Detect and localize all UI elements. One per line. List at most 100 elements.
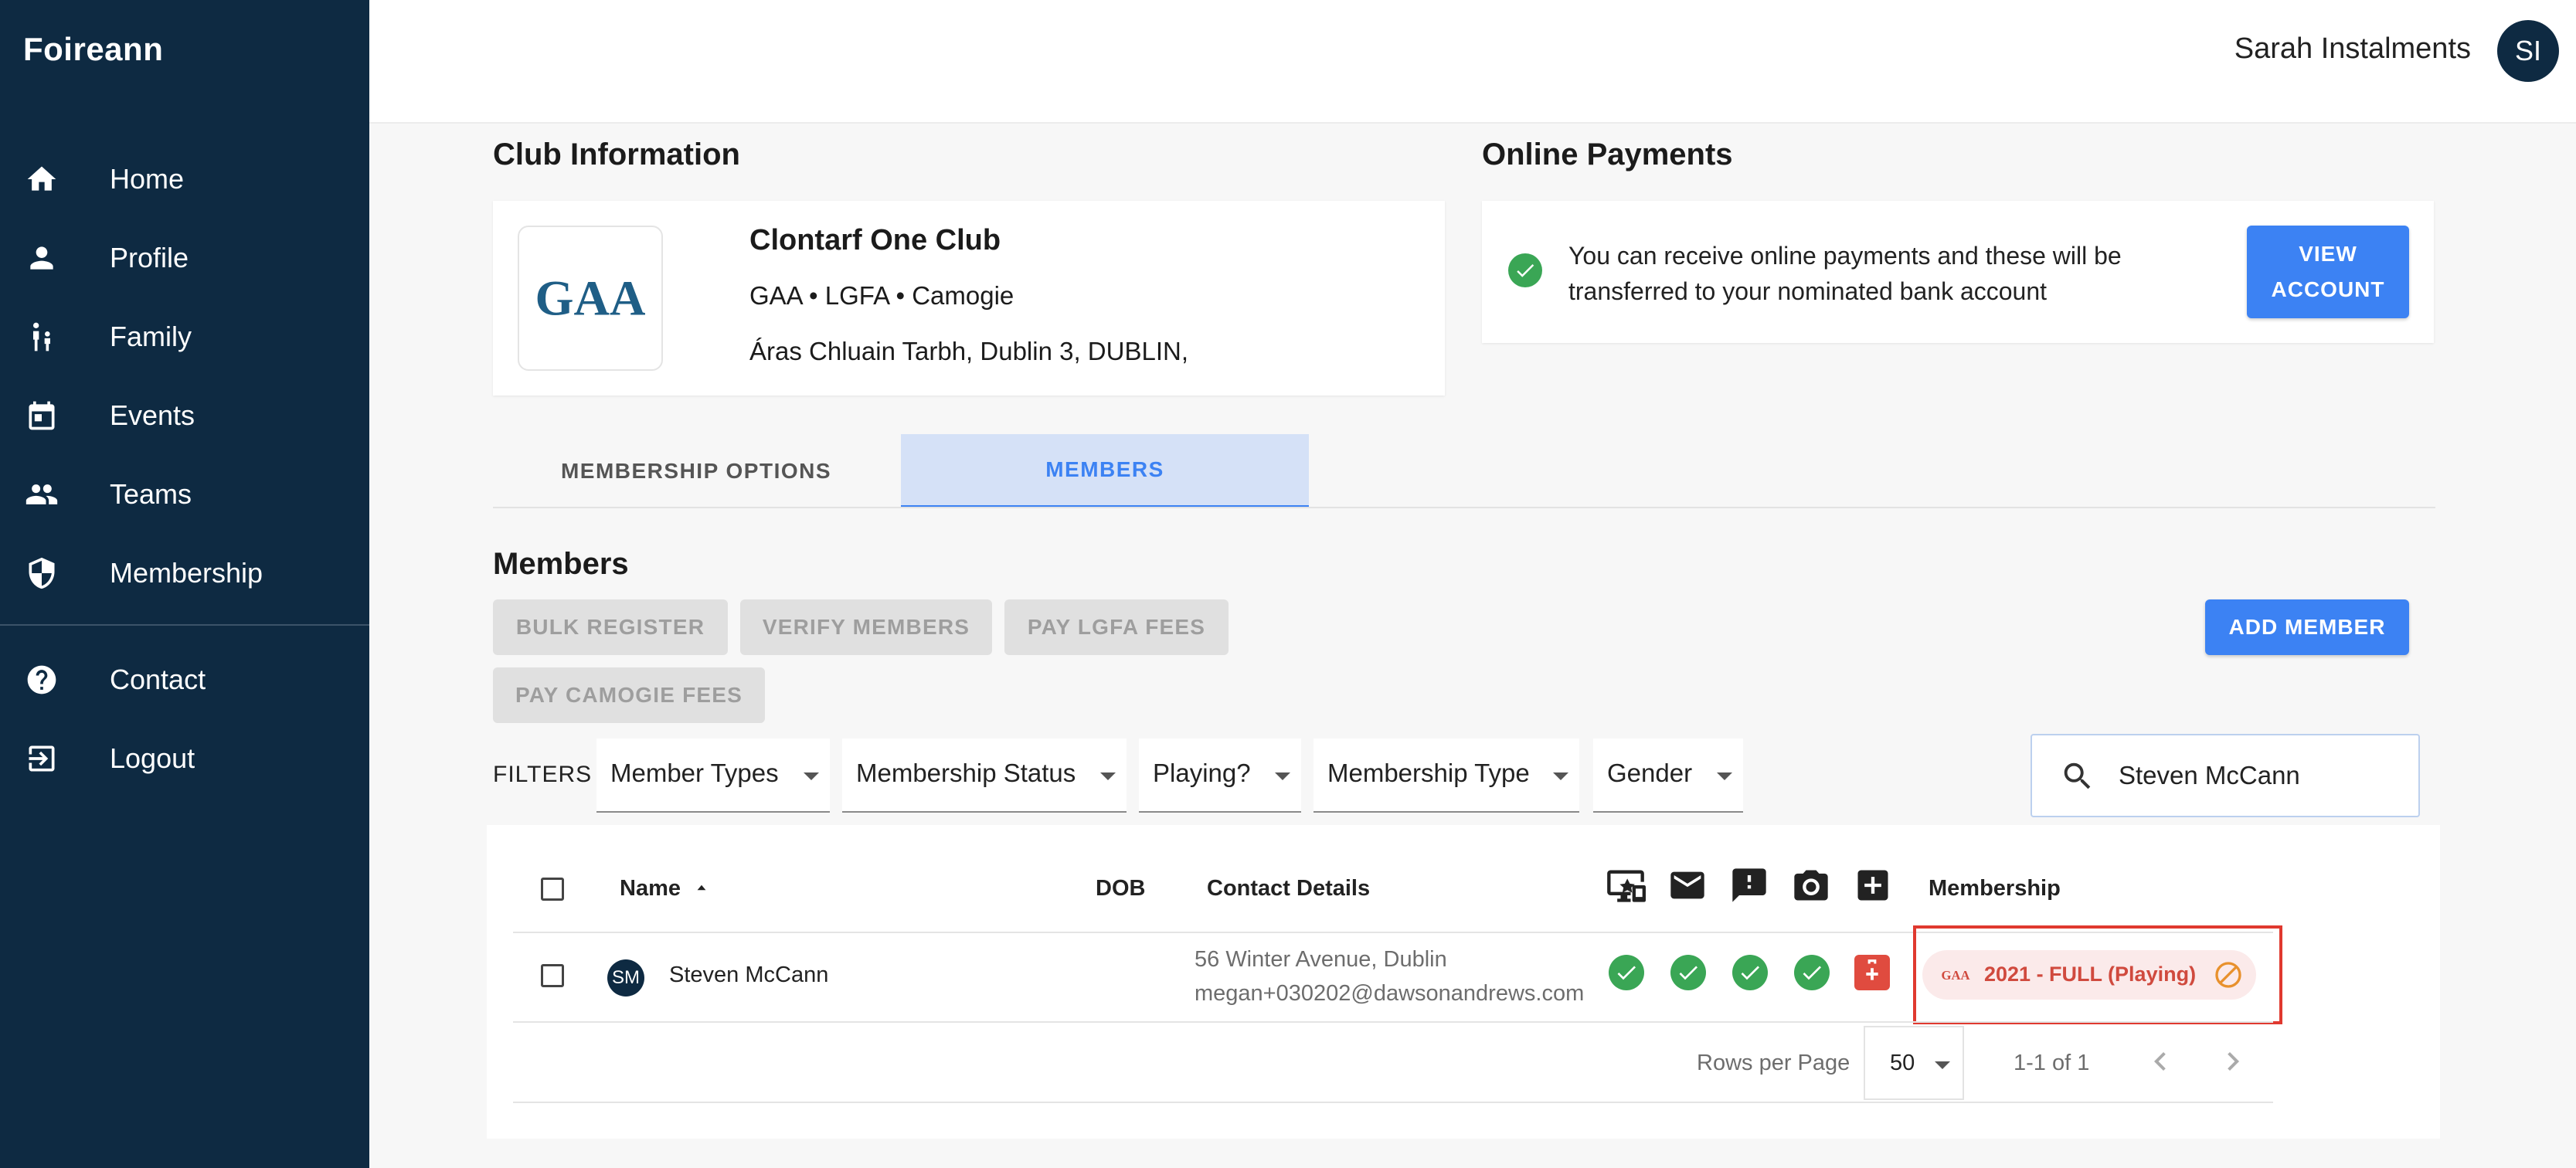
club-name: Clontarf One Club [749,224,1001,256]
filter-membership-type[interactable]: Membership Type [1313,738,1579,813]
bulk-register-button[interactable]: BULK REGISTER [493,599,728,655]
pay-camogie-fees-button[interactable]: PAY CAMOGIE FEES [493,667,765,723]
dropdown-arrow-icon [1553,772,1568,780]
next-page-icon[interactable] [2214,1043,2251,1080]
home-icon [23,161,60,198]
select-all-checkbox[interactable] [541,878,564,901]
rows-per-page-select[interactable]: 50 [1864,1026,1964,1100]
shield-icon [23,555,60,592]
member-address: 56 Winter Avenue, Dublin [1195,947,1447,972]
member-email: megan+030202@dawsonandrews.com [1195,981,1585,1006]
help-icon [23,661,60,698]
view-account-label-line2: ACCOUNT [2271,277,2385,301]
member-name[interactable]: Steven McCann [669,963,828,988]
sidebar-item-home[interactable]: Home [0,144,369,214]
sidebar-item-label: Logout [110,742,195,774]
club-info-title: Club Information [493,138,740,171]
column-header-dob[interactable]: DOB [1096,876,1145,901]
logout-icon [23,740,60,777]
online-payments-title: Online Payments [1482,138,1733,171]
filter-label: Membership Status [856,759,1076,787]
search-input[interactable] [2119,755,2404,796]
tab-membership-options[interactable]: MEMBERSHIP OPTIONS [493,434,899,508]
view-account-label-line1: VIEW [2299,242,2357,266]
medical-icon [1857,870,1888,901]
club-address: Áras Chluain Tarbh, Dublin 3, DUBLIN, [749,337,1188,365]
filters-label: FILTERS [493,762,593,787]
sidebar-item-events[interactable]: Events [0,381,369,450]
email-icon [1670,871,1704,899]
online-payments-card: You can receive online payments and thes… [1482,201,2434,343]
member-search[interactable] [2031,734,2420,817]
dropdown-arrow-icon [804,772,819,780]
table-bottom-divider [513,1102,2273,1103]
camera-icon [1794,870,1828,901]
filter-label: Gender [1607,759,1693,787]
sidebar-item-contact[interactable]: Contact [0,645,369,715]
sidebar-item-label: Home [110,163,185,195]
photo-consent-status-icon [1794,955,1830,990]
sidebar-item-logout[interactable]: Logout [0,724,369,793]
filter-label: Member Types [610,759,779,787]
sidebar: Foireann Home Profile Family Events Team… [0,0,369,1168]
group-icon [23,476,60,513]
alert-message-icon [1732,868,1766,902]
sidebar-item-label: Profile [110,242,189,273]
tab-members[interactable]: MEMBERS [901,434,1309,508]
dropdown-arrow-icon [1935,1061,1950,1069]
dropdown-arrow-icon [1717,772,1732,780]
club-logo: GAA [518,226,663,371]
calendar-icon [23,397,60,434]
online-payments-message: You can receive online payments and thes… [1568,242,2122,305]
alert-consent-status-icon [1732,955,1768,990]
search-icon [2064,762,2091,789]
members-title: Members [493,547,629,581]
sidebar-item-membership[interactable]: Membership [0,538,369,608]
person-icon [23,239,60,277]
brand-logo[interactable]: Foireann [23,31,163,68]
filter-label: Playing? [1153,759,1251,787]
sidebar-item-profile[interactable]: Profile [0,223,369,293]
add-member-button[interactable]: ADD MEMBER [2205,599,2409,655]
online-consent-icon [1607,870,1646,902]
filter-membership-status[interactable]: Membership Status [842,738,1127,813]
prev-page-icon[interactable] [2142,1043,2179,1080]
gaa-logo-icon: GAA [535,270,646,325]
top-bar: Sarah Instalments SI [369,0,2576,124]
filter-label: Membership Type [1327,759,1530,787]
rows-per-page-value: 50 [1890,1051,1915,1075]
club-associations: GAA • LGFA • Camogie [749,281,1014,310]
sidebar-item-teams[interactable]: Teams [0,460,369,529]
sidebar-item-label: Family [110,321,192,352]
pay-lgfa-fees-button[interactable]: PAY LGFA FEES [1004,599,1229,655]
filter-member-types[interactable]: Member Types [596,738,830,813]
column-name-label: Name [620,876,681,901]
tabs-divider [493,507,2435,508]
verify-members-button[interactable]: VERIFY MEMBERS [740,599,992,655]
sidebar-item-family[interactable]: Family [0,302,369,372]
row-checkbox[interactable] [541,964,564,987]
club-info-card: GAA Clontarf One Club GAA • LGFA • Camog… [493,201,1445,396]
filter-gender[interactable]: Gender [1593,738,1743,813]
sort-ascending-icon [697,884,706,891]
row-divider [513,1021,2273,1023]
filter-playing[interactable]: Playing? [1139,738,1301,813]
user-avatar[interactable]: SI [2497,20,2559,82]
user-name[interactable]: Sarah Instalments [2234,32,2471,66]
column-header-name[interactable]: Name [620,876,712,901]
member-avatar: SM [607,959,644,997]
online-consent-status-icon [1609,955,1644,990]
dropdown-arrow-icon [1100,772,1116,780]
email-consent-status-icon [1670,955,1706,990]
view-account-button[interactable]: VIEW ACCOUNT [2247,226,2409,318]
column-header-membership[interactable]: Membership [1929,876,2061,901]
svg-text:GAA: GAA [535,270,646,325]
sidebar-item-label: Events [110,399,195,431]
check-circle-icon [1508,253,1542,287]
pagination-range: 1-1 of 1 [2014,1051,2090,1075]
dropdown-arrow-icon [1275,772,1290,780]
medical-info-icon[interactable] [1854,955,1890,990]
rows-per-page-label: Rows per Page [1697,1051,1850,1075]
membership-highlight-box [1913,925,2282,1024]
column-header-contact[interactable]: Contact Details [1207,876,1370,901]
